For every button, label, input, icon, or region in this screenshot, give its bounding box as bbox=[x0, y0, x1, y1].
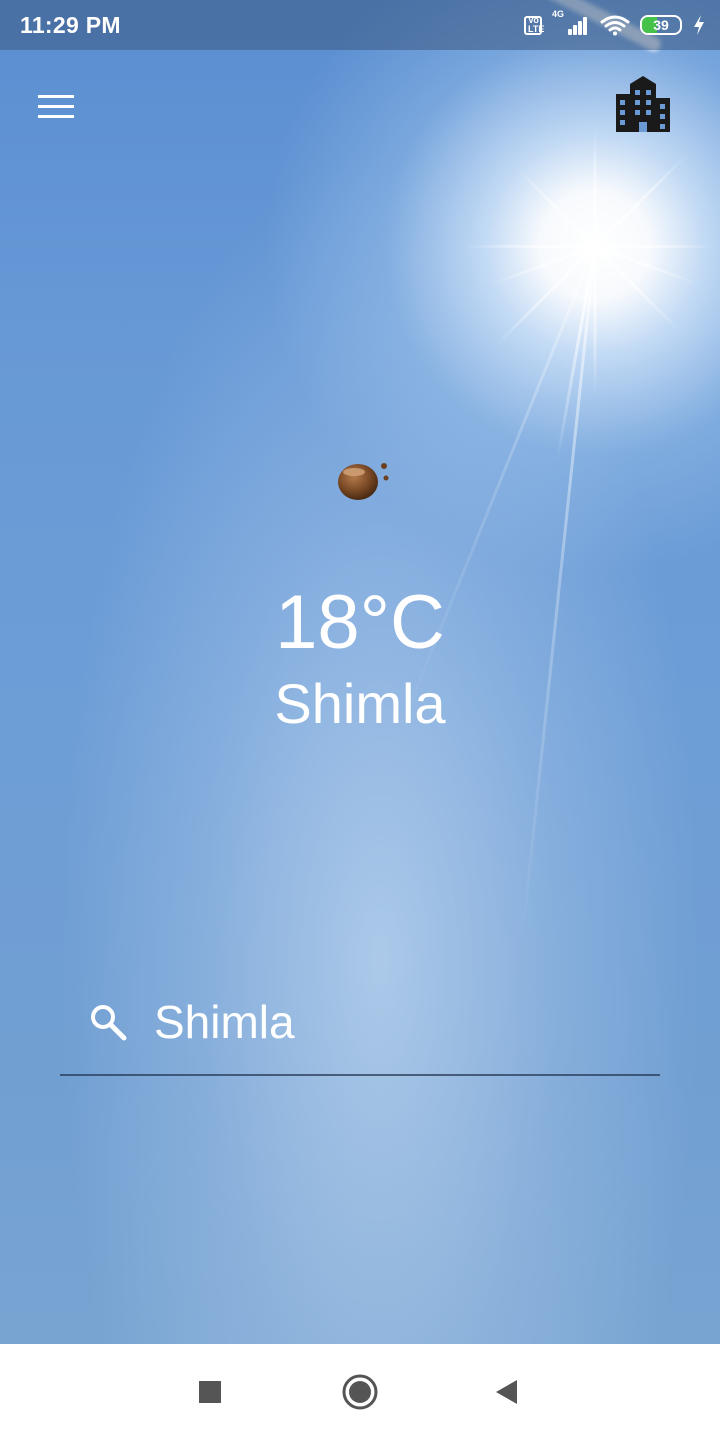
city-buildings-icon[interactable] bbox=[608, 72, 678, 136]
signal-bar bbox=[578, 21, 582, 35]
volte-icon: Vo LTE bbox=[524, 15, 545, 35]
weather-condition-icon bbox=[338, 463, 389, 500]
signal-bar bbox=[583, 17, 587, 35]
weather-app-screen: 11:29 PM Vo LTE 4G 39 18°C Shimla Shimla bbox=[0, 0, 720, 1440]
hamburger-menu-icon[interactable] bbox=[30, 84, 82, 128]
charging-bolt-icon bbox=[694, 15, 704, 35]
signal-bar bbox=[573, 25, 577, 35]
network-type-label: 4G bbox=[552, 9, 565, 19]
status-bar: 11:29 PM Vo LTE 4G 39 bbox=[0, 0, 720, 50]
status-time: 11:29 PM bbox=[20, 12, 121, 38]
circle-home-icon[interactable] bbox=[340, 1372, 380, 1412]
battery-level: 39 bbox=[653, 17, 669, 33]
menu-line bbox=[38, 104, 74, 108]
search-icon[interactable] bbox=[88, 1002, 128, 1042]
volte-bottom-label: LTE bbox=[528, 24, 545, 34]
battery-icon: 39 bbox=[640, 15, 682, 35]
sun-ray bbox=[594, 245, 699, 286]
search-input[interactable] bbox=[154, 990, 634, 1054]
triangle-back-icon[interactable] bbox=[486, 1372, 526, 1412]
wifi-icon bbox=[600, 15, 630, 36]
status-icons: Vo LTE 4G 39 bbox=[524, 9, 706, 38]
cell-signal-icon: 4G bbox=[552, 9, 590, 37]
menu-line bbox=[38, 114, 74, 118]
sun-ray bbox=[595, 245, 715, 248]
city-search-field[interactable] bbox=[60, 976, 660, 1076]
sun-ray bbox=[593, 245, 681, 333]
city-name: Shimla bbox=[274, 672, 446, 735]
square-recents-icon[interactable] bbox=[190, 1372, 230, 1412]
menu-line bbox=[38, 94, 74, 98]
sun-ray bbox=[593, 153, 688, 248]
sun-ray bbox=[593, 126, 597, 247]
signal-bar bbox=[568, 29, 572, 35]
sun-ray bbox=[465, 245, 595, 248]
sun-ray bbox=[516, 167, 597, 248]
system-navigation-bar bbox=[0, 1344, 720, 1440]
temperature-value: 18°C bbox=[275, 580, 445, 665]
